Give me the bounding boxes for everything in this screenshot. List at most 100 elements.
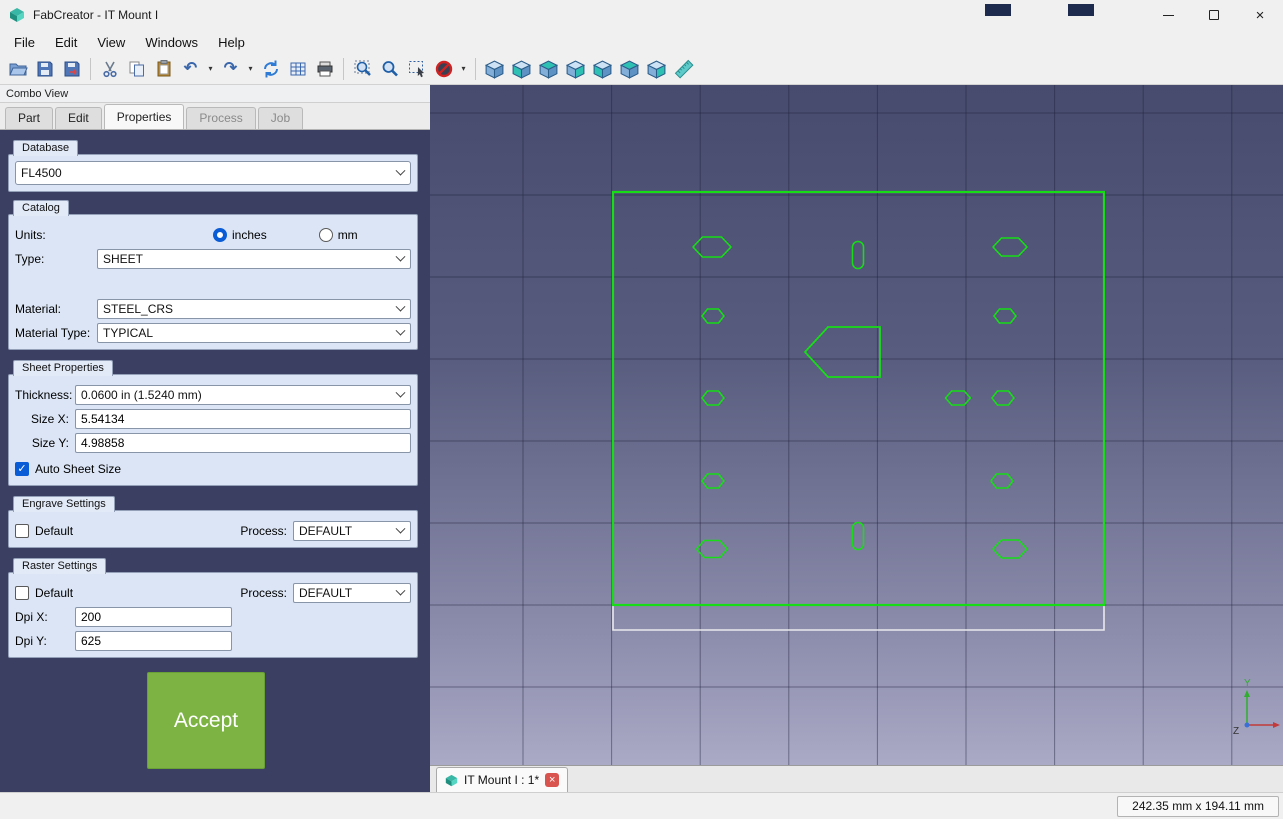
raster-process-label: Process: <box>240 586 287 600</box>
zoom-button[interactable] <box>376 56 403 82</box>
group-engrave-settings-title: Engrave Settings <box>13 496 115 512</box>
export-button[interactable] <box>58 56 85 82</box>
units-inches-radio[interactable]: inches <box>213 228 267 242</box>
menu-view[interactable]: View <box>87 32 135 53</box>
tab-properties[interactable]: Properties <box>104 104 185 129</box>
auto-sheet-size-label: Auto Sheet Size <box>35 462 121 476</box>
tab-edit[interactable]: Edit <box>55 107 102 129</box>
maximize-button[interactable] <box>1191 0 1237 30</box>
radio-unselected-icon <box>319 228 333 242</box>
properties-panel: Database FL4500 Catalog Units: inches <box>0 130 430 792</box>
zoom-fit-button[interactable] <box>349 56 376 82</box>
toolbar: ↶ ▾ ↷ ▾ ▾ <box>0 54 1283 85</box>
dpi-x-label: Dpi X: <box>15 610 75 624</box>
engrave-process-select[interactable]: DEFAULT <box>293 521 411 541</box>
thickness-value: 0.0600 in (1.5240 mm) <box>81 388 397 402</box>
material-label: Material: <box>15 302 97 316</box>
auto-sheet-size-checkbox[interactable]: ✓ Auto Sheet Size <box>15 462 121 476</box>
raster-process-select[interactable]: DEFAULT <box>293 583 411 603</box>
tab-process[interactable]: Process <box>186 107 255 129</box>
close-button[interactable]: × <box>1237 0 1283 30</box>
chevron-down-icon <box>396 251 406 261</box>
type-select[interactable]: SHEET <box>97 249 411 269</box>
redo-button[interactable]: ↷ <box>217 56 244 82</box>
dpi-y-input[interactable] <box>75 631 232 651</box>
zoom-fit-icon <box>353 59 373 79</box>
document-tab[interactable]: IT Mount I : 1* × <box>436 767 568 792</box>
chevron-down-icon <box>396 165 406 175</box>
accept-button[interactable]: Accept <box>147 672 265 769</box>
view-right-button[interactable] <box>562 56 589 82</box>
material-type-select[interactable]: TYPICAL <box>97 323 411 343</box>
close-icon: × <box>1256 8 1265 23</box>
dpi-x-input[interactable] <box>75 607 232 627</box>
cut-button[interactable] <box>96 56 123 82</box>
combo-view-title: Combo View <box>0 85 430 103</box>
sheet-manager-button[interactable] <box>284 56 311 82</box>
save-button[interactable] <box>31 56 58 82</box>
view-bottom-button[interactable] <box>616 56 643 82</box>
clipping-button[interactable] <box>430 56 457 82</box>
engrave-default-checkbox[interactable]: Default <box>15 524 73 538</box>
open-button[interactable] <box>4 56 31 82</box>
group-sheet-properties-title: Sheet Properties <box>13 360 113 376</box>
titlebar-artifact <box>1068 4 1094 16</box>
combo-view-panel: Combo View Part Edit Properties Process … <box>0 85 430 792</box>
print-button[interactable] <box>311 56 338 82</box>
combo-view-tabs: Part Edit Properties Process Job <box>0 103 430 130</box>
radio-selected-icon <box>213 228 227 242</box>
view-rear-button[interactable] <box>589 56 616 82</box>
menu-file[interactable]: File <box>4 32 45 53</box>
window-controls: × <box>1145 0 1283 30</box>
view-cube-icon <box>619 59 640 80</box>
raster-default-checkbox[interactable]: Default <box>15 586 73 600</box>
grid-sheet-icon <box>288 59 308 79</box>
view-top-button[interactable] <box>535 56 562 82</box>
document-tab-label: IT Mount I : 1* <box>464 773 539 787</box>
group-catalog-title: Catalog <box>13 200 69 216</box>
group-raster-settings-title: Raster Settings <box>13 558 106 574</box>
units-mm-radio[interactable]: mm <box>319 228 358 242</box>
measure-ruler-icon <box>674 59 694 79</box>
size-y-input[interactable] <box>75 433 411 453</box>
view-cube-icon <box>538 59 559 80</box>
menu-edit[interactable]: Edit <box>45 32 87 53</box>
maximize-icon <box>1209 10 1219 20</box>
database-select[interactable]: FL4500 <box>15 161 411 185</box>
view-left-button[interactable] <box>643 56 670 82</box>
material-select[interactable]: STEEL_CRS <box>97 299 411 319</box>
group-sheet-properties: Sheet Properties Thickness: 0.0600 in (1… <box>8 374 418 486</box>
minimize-button[interactable] <box>1145 0 1191 30</box>
undo-menu-button[interactable]: ▾ <box>204 56 217 82</box>
chevron-down-icon <box>396 387 406 397</box>
view-front-button[interactable] <box>508 56 535 82</box>
box-selection-button[interactable] <box>403 56 430 82</box>
main-area: Combo View Part Edit Properties Process … <box>0 85 1283 792</box>
tab-part[interactable]: Part <box>5 107 53 129</box>
view-cube-icon <box>511 59 532 80</box>
refresh-button[interactable] <box>257 56 284 82</box>
thickness-select[interactable]: 0.0600 in (1.5240 mm) <box>75 385 411 405</box>
redo-menu-button[interactable]: ▾ <box>244 56 257 82</box>
chevron-down-icon <box>396 301 406 311</box>
document-close-button[interactable]: × <box>545 773 559 787</box>
paste-button[interactable] <box>150 56 177 82</box>
sheet-dimensions-readout: 242.35 mm x 194.11 mm <box>1117 796 1279 817</box>
clipping-menu-button[interactable]: ▾ <box>457 56 470 82</box>
copy-button[interactable] <box>123 56 150 82</box>
menu-windows[interactable]: Windows <box>135 32 208 53</box>
view-cube-icon <box>646 59 667 80</box>
group-database: Database FL4500 <box>8 154 418 192</box>
tab-job[interactable]: Job <box>258 107 303 129</box>
thickness-label: Thickness: <box>15 388 75 402</box>
measure-button[interactable] <box>670 56 697 82</box>
undo-button[interactable]: ↶ <box>177 56 204 82</box>
toolbar-separator <box>343 58 344 80</box>
menu-help[interactable]: Help <box>208 32 255 53</box>
box-selection-icon <box>407 59 427 79</box>
dropdown-caret-icon: ▾ <box>248 65 252 73</box>
printer-icon <box>315 59 335 79</box>
view-axonometric-button[interactable] <box>481 56 508 82</box>
size-x-input[interactable] <box>75 409 411 429</box>
3d-viewport[interactable]: YXZ <box>430 85 1283 765</box>
